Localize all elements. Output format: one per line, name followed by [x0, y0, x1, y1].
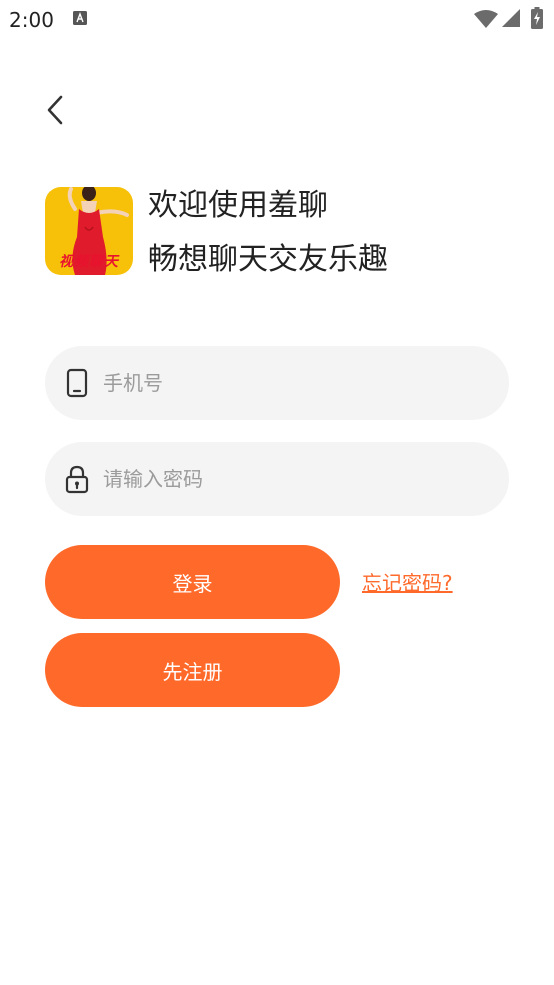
login-button[interactable]: 登录: [45, 545, 340, 619]
phone-input[interactable]: [103, 346, 493, 420]
status-bar: 2:00: [0, 0, 554, 40]
back-button[interactable]: [38, 92, 72, 128]
phone-icon: [66, 368, 88, 398]
wifi-icon: [474, 10, 498, 28]
signal-icon: [502, 9, 520, 27]
lock-icon: [65, 465, 89, 494]
phone-input-container: [45, 346, 509, 420]
register-button[interactable]: 先注册: [45, 633, 340, 707]
app-logo: 视频聊天: [45, 187, 133, 275]
forgot-password-link[interactable]: 忘记密码?: [362, 570, 453, 596]
welcome-subtitle: 畅想聊天交友乐趣: [148, 242, 388, 277]
logo-text: 视频聊天: [59, 254, 119, 270]
chevron-left-icon: [47, 95, 63, 125]
login-screen: 2:00 视频聊天 欢迎使用羞聊 畅想聊天交友乐趣 手机号 登录 忘记密码? 先…: [0, 0, 554, 985]
status-time: 2:00: [9, 8, 54, 32]
battery-icon: [531, 7, 543, 29]
notification-a-icon: [73, 11, 87, 25]
password-input-container: [45, 442, 509, 516]
password-input[interactable]: [103, 442, 493, 516]
welcome-title: 欢迎使用羞聊: [148, 188, 328, 223]
